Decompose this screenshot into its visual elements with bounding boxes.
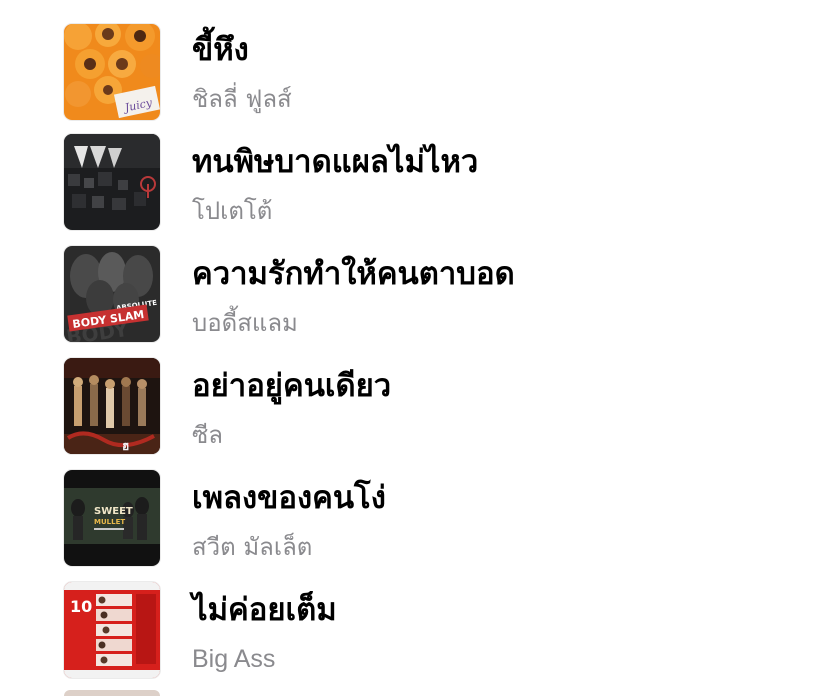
sweet-mullet-album-art: SWEET MULLET <box>64 470 160 566</box>
song-row[interactable]: SWEET MULLET เพลงของคนโง่ สวีต มัลเล็ต <box>0 448 828 566</box>
song-row[interactable]: BODY ABSOLUTE BODY SLAM ความรักทำให้คนตา… <box>0 224 828 342</box>
band-red-album-art: ฮ <box>64 358 160 454</box>
album-art-label: SWEET <box>94 506 133 517</box>
dark-grid-album-art <box>64 134 160 230</box>
red-photo-album-art: 10 <box>64 582 160 678</box>
song-title: ความรักทำให้คนตาบอด <box>192 256 515 292</box>
song-title: ไม่ค่อยเต็ม <box>192 592 337 628</box>
song-artist: สวีต มัลเล็ต <box>192 533 313 561</box>
bodyslam-album-art: BODY ABSOLUTE BODY SLAM <box>64 246 160 342</box>
song-row[interactable]: 10 ไม่ค่อยเต็ม Big Ass <box>0 560 828 678</box>
song-artist: Big Ass <box>192 645 276 673</box>
song-title: ขี้หึง <box>192 32 249 68</box>
song-artist: บอดี้สแลม <box>192 309 298 337</box>
song-title: ทนพิษบาดแผลไม่ไหว <box>192 144 479 180</box>
song-row[interactable]: ฮ อย่าอยู่คนเดียว ซีล <box>0 336 828 454</box>
song-artist: โปเตโต้ <box>192 197 273 225</box>
song-title: เพลงของคนโง่ <box>192 480 386 516</box>
song-artist: ซีล <box>192 421 223 449</box>
album-art-label: MULLET <box>94 518 125 526</box>
song-title: อย่าอยู่คนเดียว <box>192 368 392 404</box>
song-row[interactable]: ทนพิษบาดแผลไม่ไหว โปเตโต้ <box>0 112 828 230</box>
album-art-label: 10 <box>70 597 92 616</box>
song-artist: ชิลลี่ ฟูลส์ <box>192 85 292 113</box>
orange-album-art: Juicy <box>64 24 160 120</box>
next-album-art-peek <box>64 690 160 696</box>
song-list: Juicy ขี้หึง ชิลลี่ ฟูลส์ ทนพิษบาดแผลไม่… <box>0 0 828 696</box>
song-row[interactable]: Juicy ขี้หึง ชิลลี่ ฟูลส์ <box>0 0 828 120</box>
